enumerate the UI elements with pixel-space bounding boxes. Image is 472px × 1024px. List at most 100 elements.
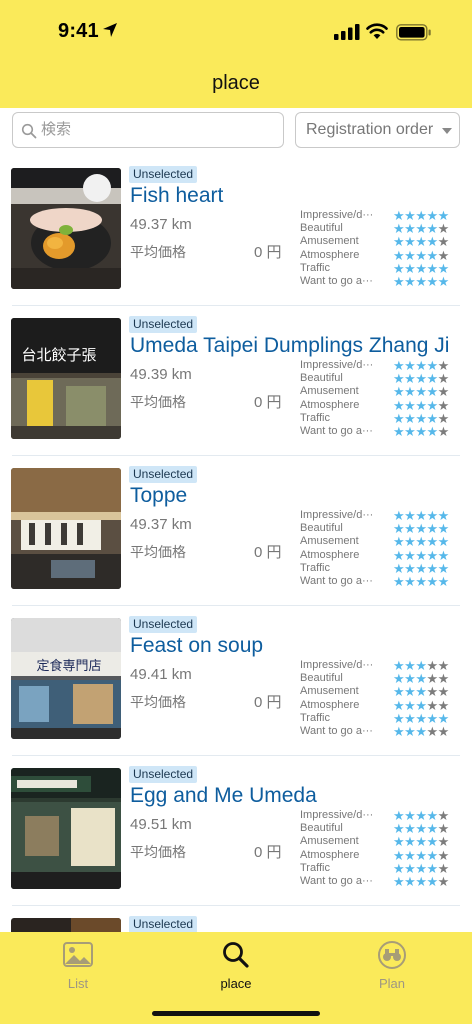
place-name[interactable]: Fish heart — [130, 184, 223, 208]
rating-label: Want to go a··· — [300, 724, 373, 737]
star-icon: ★ — [415, 723, 427, 739]
tab-place-label: place — [220, 976, 252, 991]
tab-list[interactable]: List — [28, 938, 128, 998]
star-icon: ★ — [404, 423, 416, 439]
place-item[interactable]: Unselected Fish heart 49.37 km 平均価格 0 円 … — [0, 156, 472, 306]
status-bar: 9:41 — [0, 0, 472, 62]
status-badge: Unselected — [129, 466, 198, 483]
place-name[interactable]: Egg and Me Umeda — [130, 784, 317, 808]
star-rating: ★★★★★ — [393, 359, 449, 372]
place-photo — [11, 468, 121, 589]
star-rating: ★★★★★ — [393, 835, 449, 848]
tab-plan[interactable]: Plan — [342, 938, 442, 998]
star-rating: ★★★★★ — [393, 685, 449, 698]
search-box[interactable] — [12, 112, 284, 148]
star-rating: ★★★★★ — [393, 699, 449, 712]
place-item[interactable]: Unselected Egg and Me Umeda 49.51 km 平均価… — [0, 756, 472, 906]
rating-label: Atmosphere — [300, 698, 360, 711]
star-rating: ★★★★★ — [393, 659, 449, 672]
rating-label: Beautiful — [300, 222, 343, 235]
rating-label: Impressive/d··· — [300, 659, 374, 671]
star-rating: ★★★★★ — [393, 209, 449, 222]
place-photo: 台北餃子張 — [11, 318, 121, 439]
place-item[interactable]: 定食専門店 Unselected Feast on soup 49.41 km … — [0, 606, 472, 756]
image-icon — [63, 942, 93, 967]
app-screen: 9:41 place 検索 Registration order Unselec… — [0, 0, 472, 1024]
status-time: 9:41 — [58, 20, 99, 42]
star-rating: ★★★★★ — [393, 712, 449, 725]
price-label: 平均価格 — [130, 544, 186, 560]
place-name[interactable]: Toppe — [130, 484, 187, 508]
star-rating: ★★★★★ — [393, 249, 449, 262]
star-icon: ★ — [437, 273, 450, 289]
star-rating: ★★★★★ — [393, 412, 449, 425]
sort-select[interactable]: Registration order — [295, 112, 460, 148]
ratings: Impressive/d··· ★★★★★ Beautiful ★★★★★ Amusem… — [300, 359, 462, 438]
rating-label: Atmosphere — [300, 548, 360, 561]
sign-text: 台北餃子張 — [21, 346, 96, 364]
star-rating: ★★★★★ — [393, 822, 449, 835]
search-icon — [21, 123, 37, 139]
star-icon: ★ — [437, 423, 450, 439]
rating-row: Want to go a··· ★★★★★ — [300, 575, 462, 588]
search-input[interactable] — [41, 121, 271, 138]
rating-row: Want to go a··· ★★★★★ — [300, 875, 462, 888]
price-label: 平均価格 — [130, 694, 186, 710]
star-icon: ★ — [415, 273, 427, 289]
rating-row: Want to go a··· ★★★★★ — [300, 425, 462, 438]
battery-icon — [396, 24, 431, 41]
rating-label: Amusement — [300, 835, 359, 848]
rating-label: Atmosphere — [300, 848, 360, 861]
star-icon: ★ — [404, 873, 416, 889]
place-name[interactable]: Feast on soup — [130, 634, 263, 658]
star-icon: ★ — [404, 723, 416, 739]
rating-label: Atmosphere — [300, 398, 360, 411]
home-indicator[interactable] — [152, 1011, 320, 1016]
rating-row: Want to go a··· ★★★★★ — [300, 275, 462, 288]
tab-bar: List place Plan — [0, 932, 472, 1024]
star-icon: ★ — [426, 873, 438, 889]
place-photo — [11, 918, 121, 932]
place-name[interactable]: Umeda Taipei Dumplings Zhang Ji — [130, 334, 449, 358]
star-icon: ★ — [426, 273, 438, 289]
rating-label: Amusement — [300, 385, 359, 398]
star-icon: ★ — [437, 873, 450, 889]
rating-label: Impressive/d··· — [300, 209, 374, 221]
rating-label: Traffic — [300, 411, 330, 424]
place-photo — [11, 768, 121, 889]
ratings: Impressive/d··· ★★★★★ Beautiful ★★★★★ Amusem… — [300, 659, 462, 738]
status-badge: Unselected — [129, 166, 198, 183]
rating-label: Traffic — [300, 861, 330, 874]
price-value: 0 円 — [254, 694, 282, 711]
star-rating: ★★★★★ — [393, 509, 449, 522]
tab-plan-label: Plan — [378, 976, 406, 991]
search-row: Registration order — [0, 108, 472, 156]
rating-label: Beautiful — [300, 822, 343, 835]
rating-label: Want to go a··· — [300, 874, 373, 887]
place-item[interactable]: 台北餃子張 Unselected Umeda Taipei Dumplings … — [0, 306, 472, 456]
rating-label: Traffic — [300, 261, 330, 274]
star-rating: ★★★★★ — [393, 549, 449, 562]
star-rating: ★★★★★ — [393, 562, 449, 575]
price-value: 0 円 — [254, 544, 282, 561]
page-title: place — [212, 72, 260, 94]
rating-label: Traffic — [300, 711, 330, 724]
place-item[interactable]: Unselected Toppe 49.37 km 平均価格 0 円 Impre… — [0, 456, 472, 606]
star-icon: ★ — [415, 573, 427, 589]
star-rating: ★★★★★ — [393, 575, 449, 588]
signal-icon — [334, 24, 360, 40]
star-icon: ★ — [393, 423, 405, 439]
place-item[interactable]: Unselected — [0, 906, 472, 932]
rating-label: Impressive/d··· — [300, 509, 374, 521]
star-rating: ★★★★★ — [393, 522, 449, 535]
place-list[interactable]: Unselected Fish heart 49.37 km 平均価格 0 円 … — [0, 156, 472, 932]
star-rating: ★★★★★ — [393, 672, 449, 685]
star-icon: ★ — [437, 723, 450, 739]
tab-list-label: List — [67, 976, 89, 991]
rating-label: Want to go a··· — [300, 274, 373, 287]
star-icon: ★ — [404, 273, 416, 289]
status-badge: Unselected — [129, 766, 198, 783]
sort-selected-value: Registration order — [306, 121, 434, 138]
star-icon: ★ — [393, 573, 405, 589]
tab-place[interactable]: place — [186, 938, 286, 998]
